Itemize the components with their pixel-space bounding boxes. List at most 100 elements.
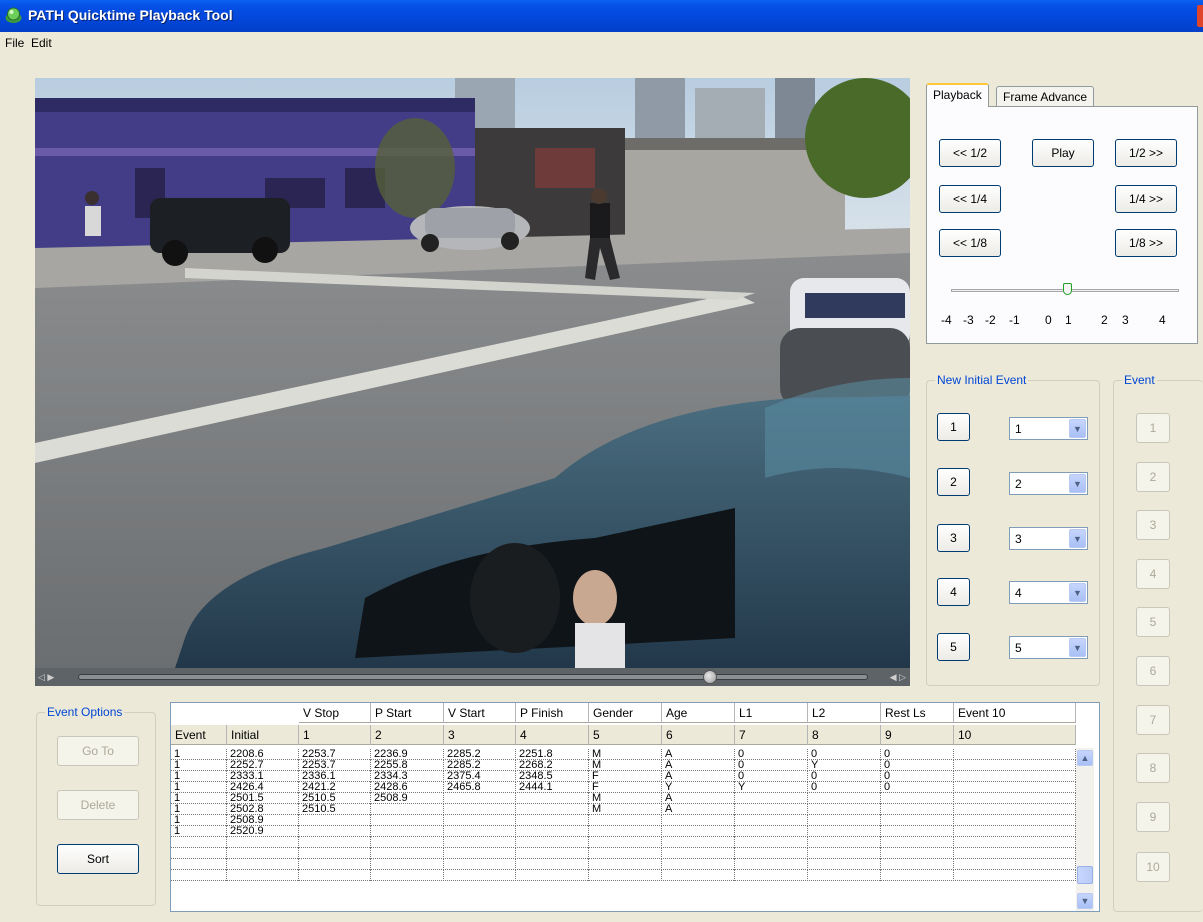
table-cell[interactable]: 1 <box>171 826 227 837</box>
table-header-cell[interactable]: 1 <box>299 725 371 745</box>
table-header-cell[interactable]: 9 <box>881 725 954 745</box>
table-cell[interactable] <box>589 837 662 848</box>
table-cell[interactable] <box>881 837 954 848</box>
scrub-track[interactable] <box>78 674 868 680</box>
table-row[interactable] <box>171 870 1076 881</box>
table-cell[interactable] <box>516 826 589 837</box>
table-cell[interactable] <box>954 771 1076 782</box>
table-cell[interactable]: 0 <box>881 760 954 771</box>
back-quarter-button[interactable]: << 1/4 <box>939 185 1001 213</box>
table-cell[interactable] <box>881 793 954 804</box>
event-button-5[interactable]: 5 <box>1136 607 1170 637</box>
table-cell[interactable]: 2236.9 <box>371 749 444 760</box>
table-cell[interactable] <box>444 826 516 837</box>
table-cell[interactable]: A <box>662 749 735 760</box>
table-cell[interactable] <box>735 793 808 804</box>
table-cell[interactable] <box>444 859 516 870</box>
table-cell[interactable] <box>516 859 589 870</box>
table-header-cell[interactable]: Rest Ls <box>881 703 954 723</box>
table-cell[interactable]: 1 <box>171 815 227 826</box>
table-cell[interactable] <box>371 804 444 815</box>
table-cell[interactable]: 2520.9 <box>227 826 299 837</box>
table-cell[interactable] <box>299 815 371 826</box>
initial-event-select-2[interactable]: 2 ▼ <box>1009 472 1088 495</box>
table-cell[interactable]: 2208.6 <box>227 749 299 760</box>
table-cell[interactable]: 2508.9 <box>371 793 444 804</box>
event-button-2[interactable]: 2 <box>1136 462 1170 492</box>
table-cell[interactable] <box>954 837 1076 848</box>
chevron-down-icon[interactable]: ▼ <box>1069 529 1086 548</box>
table-header-cell[interactable]: Gender <box>589 703 662 723</box>
table-cell[interactable] <box>954 870 1076 881</box>
table-cell[interactable]: M <box>589 749 662 760</box>
table-cell[interactable] <box>589 826 662 837</box>
table-header-cell[interactable]: Initial <box>227 725 299 745</box>
table-cell[interactable]: 2421.2 <box>299 782 371 793</box>
table-header-cell[interactable]: 6 <box>662 725 735 745</box>
table-cell[interactable] <box>954 804 1076 815</box>
table-cell[interactable]: 2348.5 <box>516 771 589 782</box>
table-cell[interactable] <box>808 826 881 837</box>
table-cell[interactable] <box>808 837 881 848</box>
table-header-cell[interactable]: 8 <box>808 725 881 745</box>
delete-button[interactable]: Delete <box>57 790 139 820</box>
table-row[interactable] <box>171 848 1076 859</box>
table-cell[interactable]: 2252.7 <box>227 760 299 771</box>
initial-event-button-4[interactable]: 4 <box>937 578 970 606</box>
menu-file[interactable]: File <box>5 36 24 50</box>
table-header-cell[interactable]: 7 <box>735 725 808 745</box>
scroll-up-icon[interactable]: ▲ <box>1077 750 1093 766</box>
table-header-cell[interactable]: Event 10 <box>954 703 1076 723</box>
scroll-down-icon[interactable]: ▼ <box>1077 893 1093 909</box>
table-cell[interactable] <box>444 804 516 815</box>
chevron-down-icon[interactable]: ▼ <box>1069 583 1086 602</box>
initial-event-button-5[interactable]: 5 <box>937 633 970 661</box>
table-cell[interactable] <box>808 804 881 815</box>
table-cell[interactable]: 2336.1 <box>299 771 371 782</box>
table-header-cell[interactable]: P Finish <box>516 703 589 723</box>
event-button-8[interactable]: 8 <box>1136 753 1170 783</box>
back-eighth-button[interactable]: << 1/8 <box>939 229 1001 257</box>
table-cell[interactable] <box>735 804 808 815</box>
table-cell[interactable] <box>371 826 444 837</box>
event-button-3[interactable]: 3 <box>1136 510 1170 540</box>
table-cell[interactable] <box>735 859 808 870</box>
table-cell[interactable]: M <box>589 760 662 771</box>
table-cell[interactable] <box>171 859 227 870</box>
chevron-down-icon[interactable]: ▼ <box>1069 638 1086 657</box>
table-cell[interactable]: A <box>662 771 735 782</box>
table-cell[interactable] <box>954 760 1076 771</box>
table-cell[interactable] <box>227 848 299 859</box>
table-cell[interactable] <box>171 870 227 881</box>
table-header-cell[interactable]: L2 <box>808 703 881 723</box>
table-cell[interactable]: F <box>589 782 662 793</box>
close-button[interactable] <box>1197 5 1203 27</box>
table-cell[interactable]: 1 <box>171 793 227 804</box>
table-cell[interactable]: 2333.1 <box>227 771 299 782</box>
table-cell[interactable]: M <box>589 793 662 804</box>
table-cell[interactable]: 2510.5 <box>299 793 371 804</box>
table-row[interactable]: 1 2502.8 2510.5 M A <box>171 804 1076 815</box>
table-cell[interactable]: 2375.4 <box>444 771 516 782</box>
table-cell[interactable] <box>444 837 516 848</box>
video-frame[interactable] <box>35 78 910 668</box>
table-header-cell[interactable]: 4 <box>516 725 589 745</box>
sort-button[interactable]: Sort <box>57 844 139 874</box>
table-cell[interactable]: A <box>662 793 735 804</box>
table-row[interactable] <box>171 837 1076 848</box>
initial-event-button-2[interactable]: 2 <box>937 468 970 496</box>
table-header-cell[interactable]: Event <box>171 725 227 745</box>
table-cell[interactable] <box>881 859 954 870</box>
table-header-cell[interactable]: L1 <box>735 703 808 723</box>
table-cell[interactable]: 0 <box>735 760 808 771</box>
table-cell[interactable]: 2502.8 <box>227 804 299 815</box>
table-cell[interactable] <box>954 749 1076 760</box>
event-button-1[interactable]: 1 <box>1136 413 1170 443</box>
table-cell[interactable] <box>516 870 589 881</box>
table-cell[interactable] <box>808 859 881 870</box>
table-cell[interactable] <box>227 837 299 848</box>
event-button-4[interactable]: 4 <box>1136 559 1170 589</box>
table-cell[interactable] <box>662 815 735 826</box>
table-cell[interactable] <box>881 826 954 837</box>
table-cell[interactable] <box>227 859 299 870</box>
